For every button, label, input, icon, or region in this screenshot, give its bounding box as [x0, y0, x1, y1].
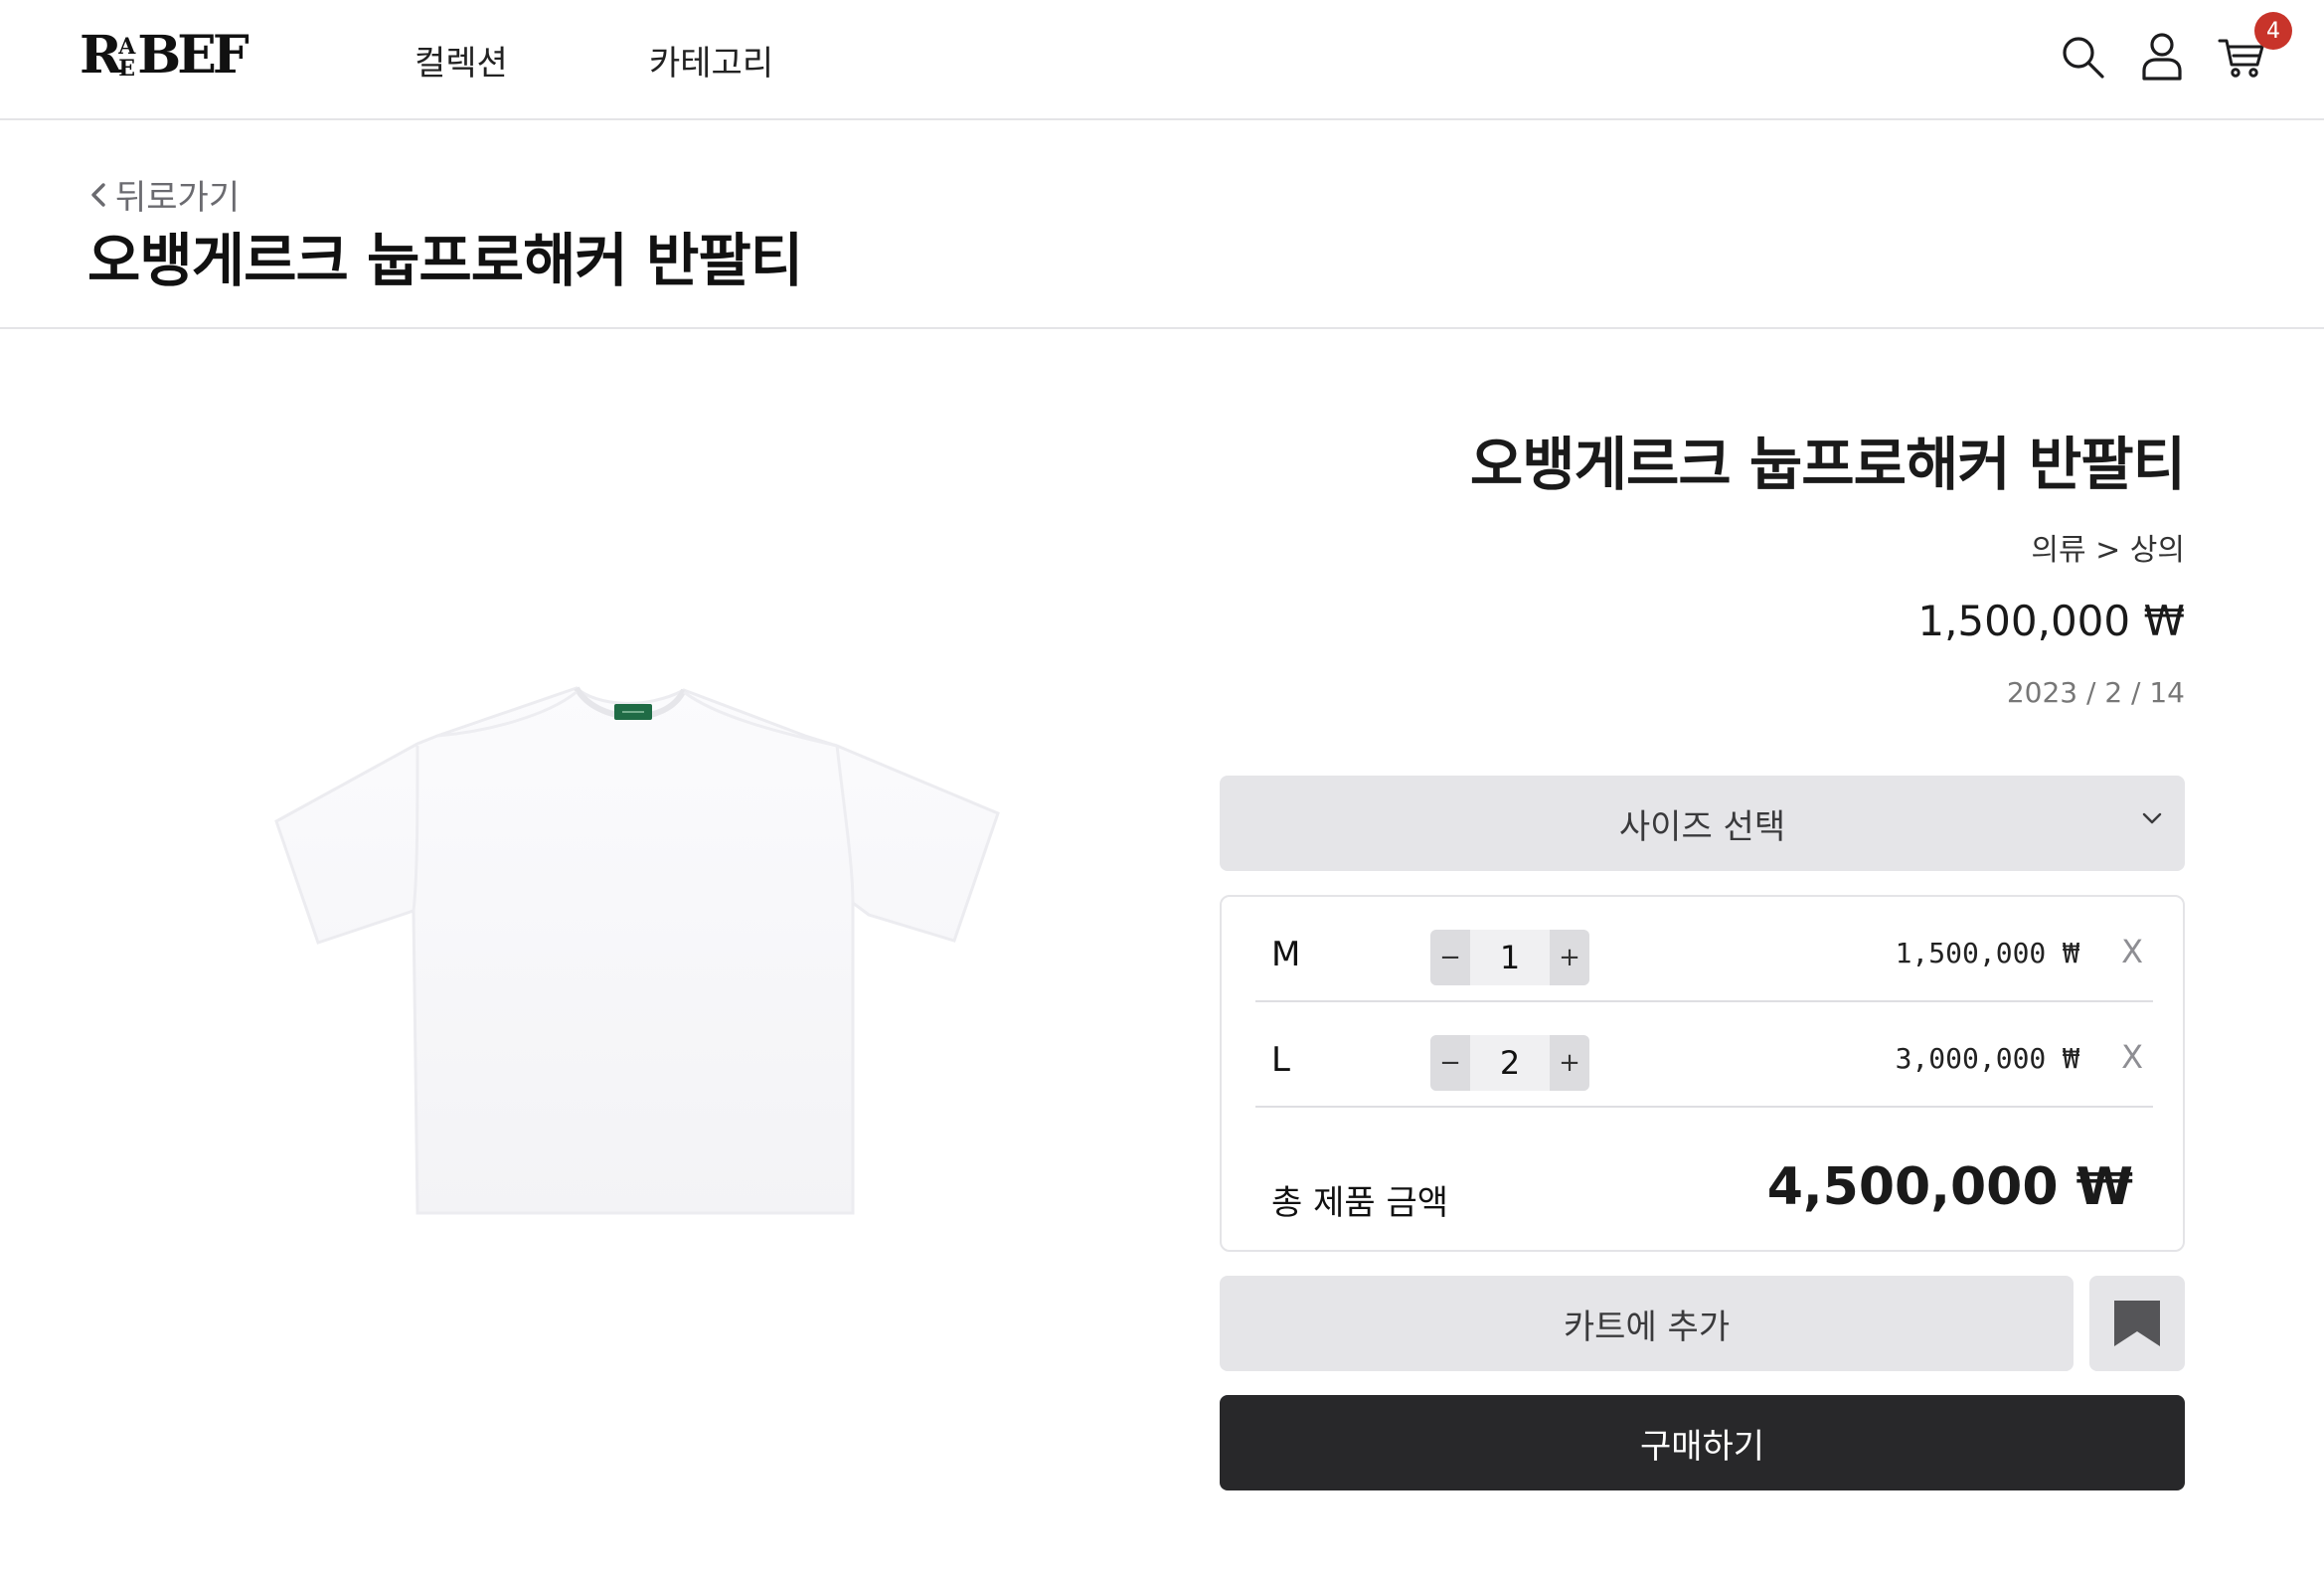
option-row: L − 2 + 3,000,000 ₩ X [1255, 1002, 2153, 1108]
logo-letter: R [80, 25, 122, 86]
chevron-down-icon [2142, 812, 2162, 824]
brand-logo[interactable]: R A E BEF [80, 25, 249, 86]
quantity-value[interactable]: 1 [1470, 930, 1550, 985]
selected-options-box: M − 1 + 1,500,000 ₩ X L − 2 + 3,000,000 … [1220, 895, 2185, 1252]
page-title: 오뱅게르크 눕프로해커 반팔티 [87, 227, 803, 294]
back-link-label: 뒤로가기 [115, 178, 241, 218]
logo-mini-bottom: E [118, 56, 135, 82]
option-size: M [1271, 935, 1301, 974]
buy-now-button[interactable]: 구매하기 [1220, 1395, 2185, 1490]
nav-category[interactable]: 카테고리 [649, 36, 773, 85]
add-to-cart-button[interactable]: 카트에 추가 [1220, 1276, 2074, 1371]
chevron-left-icon [91, 182, 105, 207]
cart-count-badge: 4 [2254, 12, 2292, 50]
option-price: 3,000,000 ₩ [1895, 1042, 2079, 1075]
back-link[interactable]: 뒤로가기 [89, 170, 240, 219]
product-category-path: 의류 > 상의 [2031, 533, 2185, 568]
option-row: M − 1 + 1,500,000 ₩ X [1255, 897, 2153, 1002]
page-title-section: 뒤로가기 오뱅게르크 눕프로해커 반팔티 [0, 122, 2324, 329]
nav-collection[interactable]: 컬렉션 [415, 36, 508, 85]
increase-button[interactable]: + [1550, 930, 1589, 985]
total-price-value: 4,500,000 ₩ [1766, 1157, 2133, 1217]
total-price-label: 총 제품 금액 [1271, 1183, 1449, 1223]
option-size: L [1271, 1040, 1290, 1080]
logo-mini-letters: A E [118, 36, 135, 80]
size-select-label: 사이즈 선택 [1618, 806, 1786, 847]
bookmark-button[interactable] [2089, 1276, 2185, 1371]
top-navigation-bar: R A E BEF 컬렉션 카테고리 4 [0, 0, 2324, 120]
logo-letters: BEF [137, 25, 249, 86]
size-select-dropdown[interactable]: 사이즈 선택 [1220, 776, 2185, 871]
increase-button[interactable]: + [1550, 1035, 1589, 1091]
product-price: 1,500,000 ₩ [1917, 597, 2185, 645]
bookmark-icon [2114, 1301, 2160, 1346]
product-name: 오뱅게르크 눕프로해커 반팔티 [1469, 431, 2186, 498]
decrease-button[interactable]: − [1430, 1035, 1470, 1091]
user-icon[interactable] [2135, 30, 2189, 84]
quantity-stepper: − 2 + [1430, 1035, 1589, 1091]
option-price: 1,500,000 ₩ [1895, 937, 2079, 969]
logo-mini-top: A [118, 34, 136, 60]
decrease-button[interactable]: − [1430, 930, 1470, 985]
search-icon[interactable] [2056, 30, 2109, 84]
remove-option-button[interactable]: X [2121, 933, 2143, 970]
product-image [268, 676, 1004, 1233]
product-date: 2023 / 2 / 14 [2006, 676, 2185, 709]
quantity-value[interactable]: 2 [1470, 1035, 1550, 1091]
quantity-stepper: − 1 + [1430, 930, 1589, 985]
remove-option-button[interactable]: X [2121, 1038, 2143, 1076]
